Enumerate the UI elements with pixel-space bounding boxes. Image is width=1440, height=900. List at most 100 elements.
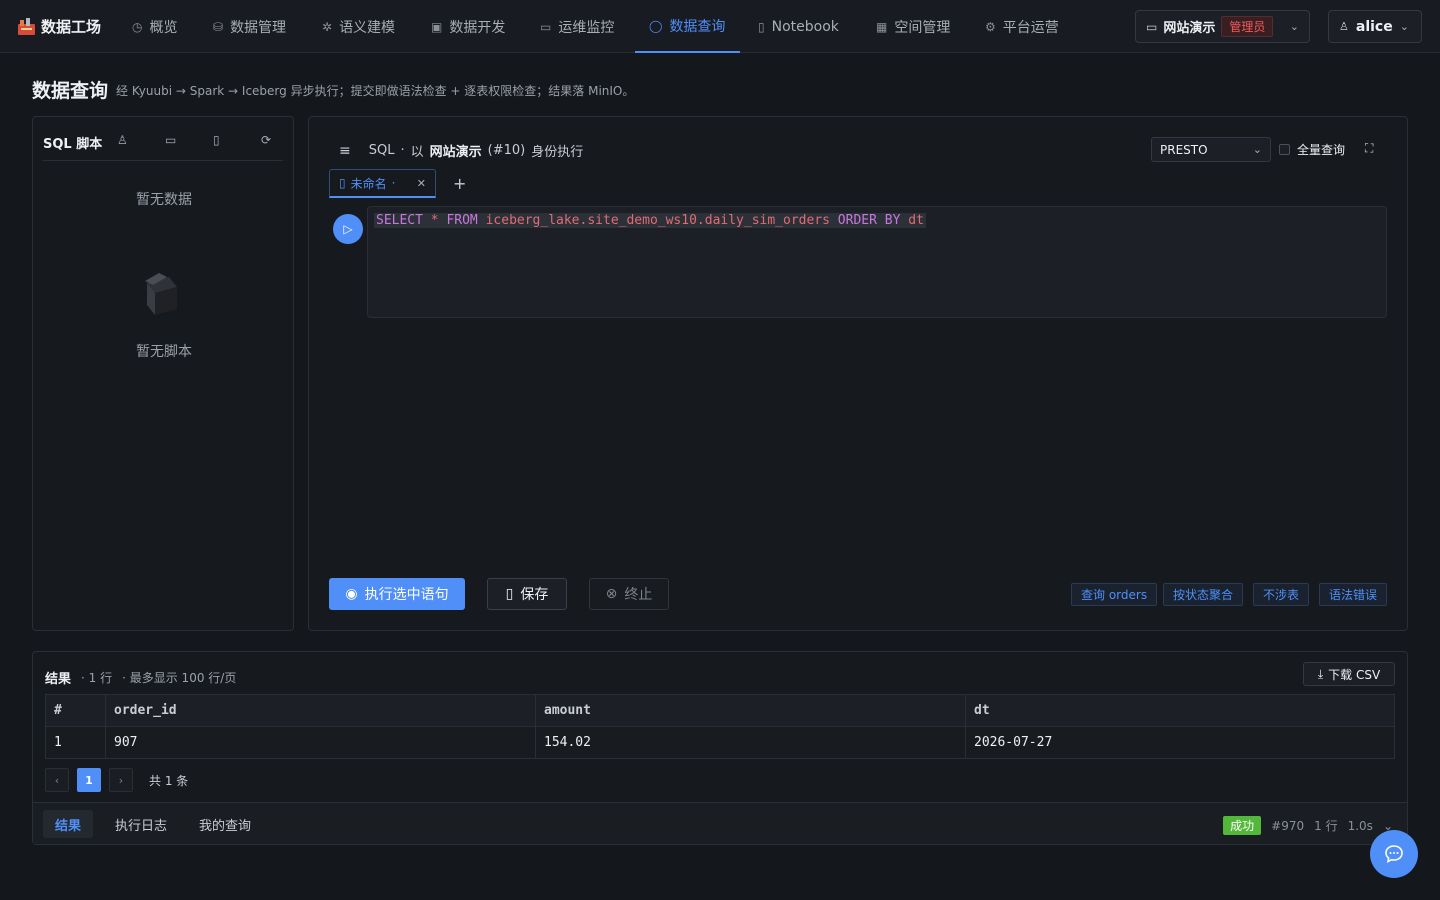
- nav-item-platform-ops[interactable]: ⚙ 平台运营: [971, 0, 1073, 53]
- editor-header: ≡ SQL · 以 网站演示 (#10) 身份执行: [339, 141, 584, 161]
- snippet-query-orders[interactable]: 查询 orders: [1071, 583, 1158, 606]
- sparkle-icon: ✲: [322, 19, 333, 34]
- stop-circle-icon: ⊗: [605, 586, 618, 602]
- next-page-icon[interactable]: ›: [109, 768, 133, 792]
- empty-scripts-text: 暂无脚本: [136, 344, 192, 360]
- download-icon: ⤓: [1317, 666, 1324, 681]
- status-badge: 成功: [1223, 816, 1262, 835]
- nav-item-label: 运维监控: [558, 19, 615, 36]
- folder-icon[interactable]: ▭: [165, 133, 176, 147]
- close-icon[interactable]: ✕: [417, 177, 426, 190]
- exec-workspace: 网站演示: [429, 145, 482, 160]
- nav-item-ops-monitoring[interactable]: ▭ 运维监控: [526, 0, 628, 53]
- nav-item-label: 空间管理: [894, 19, 951, 36]
- building-icon: ▦: [876, 19, 888, 34]
- snippet-aggregate-by-status[interactable]: 按状态聚合: [1163, 583, 1244, 606]
- nav-item-label: 数据查询: [669, 18, 726, 35]
- tab-results[interactable]: 结果: [43, 810, 94, 838]
- fullscreen-icon[interactable]: ⛶: [1365, 141, 1373, 156]
- table-cell: 2026-07-27: [965, 726, 1395, 759]
- results-title: 结果: [45, 672, 72, 687]
- separator-dot: ·: [400, 143, 405, 158]
- database-icon: ⛁: [213, 19, 224, 34]
- refresh-icon[interactable]: ⟳: [261, 133, 271, 147]
- tab-my-queries[interactable]: 我的查询: [187, 810, 263, 838]
- scripts-panel-title: SQL 脚本: [43, 137, 103, 152]
- add-tab-icon[interactable]: +: [453, 174, 466, 193]
- nav-item-data-development[interactable]: ▣ 数据开发: [417, 0, 519, 53]
- download-csv-button[interactable]: ⤓ 下载 CSV: [1303, 662, 1395, 686]
- query-status: 成功 #970 1 行 1.0s ⌄: [1223, 816, 1393, 835]
- nav-item-space-management[interactable]: ▦ 空间管理: [862, 0, 964, 53]
- save-file-icon: ▯: [505, 586, 514, 602]
- code-line[interactable]: SELECT * FROM iceberg_lake.site_demo_ws1…: [374, 213, 926, 228]
- user-menu[interactable]: ♙ alice ⌄: [1328, 10, 1422, 43]
- run-line-icon[interactable]: ▷: [333, 214, 363, 244]
- folder-icon: ▭: [1146, 19, 1158, 34]
- search-icon: ◯: [649, 18, 663, 33]
- results-table: # order_id amount dt 1 907 154.02 2026-0…: [45, 694, 1395, 759]
- results-row-count: · 1 行: [81, 671, 113, 685]
- chat-bubble-icon: [1385, 845, 1403, 863]
- full-query-label: 全量查询: [1297, 143, 1346, 157]
- snippet-syntax-error[interactable]: 语法错误: [1319, 583, 1388, 606]
- column-header[interactable]: order_id: [105, 694, 536, 727]
- role-badge: 管理员: [1221, 16, 1274, 37]
- exec-workspace-id: (#10): [487, 143, 526, 158]
- stop-button[interactable]: ⊗ 终止: [589, 578, 669, 610]
- table-cell: 1: [45, 726, 106, 759]
- status-rows: 1 行: [1314, 819, 1338, 833]
- monitor-icon: ▭: [540, 19, 552, 34]
- chevron-down-icon: ⌄: [1289, 20, 1299, 33]
- nav-item-label: 数据开发: [449, 19, 506, 36]
- nav-item-label: 平台运营: [1002, 19, 1059, 36]
- tab-exec-log[interactable]: 执行日志: [103, 810, 179, 838]
- table-cell: 154.02: [535, 726, 966, 759]
- full-query-toggle[interactable]: 全量查询: [1279, 141, 1345, 158]
- results-page-size-note: · 最多显示 100 行/页: [122, 671, 237, 685]
- top-navbar: 数据工场 ◷ 概览 ⛁ 数据管理 ✲ 语义建模 ▣ 数据开发 ▭ 运维监控 ◯ …: [0, 0, 1440, 53]
- table-row: 1 907 154.02 2026-07-27: [45, 726, 1395, 759]
- brand-name: 数据工场: [41, 18, 102, 36]
- snippet-no-table[interactable]: 不涉表: [1253, 583, 1310, 606]
- empty-box-icon: [145, 273, 177, 315]
- brand[interactable]: 数据工场: [18, 16, 101, 37]
- column-header[interactable]: amount: [535, 694, 966, 727]
- prev-page-icon[interactable]: ‹: [45, 768, 69, 792]
- chat-assistant-button[interactable]: [1370, 830, 1418, 878]
- user-name: alice: [1355, 18, 1393, 35]
- nav-item-data-query[interactable]: ◯ 数据查询: [635, 0, 740, 53]
- run-selected-button[interactable]: ◉ 执行选中语句: [329, 578, 465, 610]
- menu-icon[interactable]: ≡: [339, 143, 351, 159]
- save-button[interactable]: ▯ 保存: [487, 578, 567, 610]
- new-file-icon[interactable]: ▯: [213, 133, 220, 147]
- nav-item-overview[interactable]: ◷ 概览: [118, 0, 191, 53]
- results-panel: 结果 · 1 行 · 最多显示 100 行/页 ⤓ 下载 CSV # order…: [32, 651, 1408, 845]
- results-header: 结果 · 1 行 · 最多显示 100 行/页: [45, 668, 236, 687]
- nav-item-data-management[interactable]: ⛁ 数据管理: [199, 0, 300, 53]
- exec-suffix: 身份执行: [531, 145, 584, 160]
- column-header[interactable]: dt: [965, 694, 1395, 727]
- workspace-switcher[interactable]: ▭ 网站演示 管理员 ⌄: [1135, 10, 1310, 43]
- nav-item-label: 概览: [149, 19, 178, 36]
- nav-item-label: 语义建模: [339, 19, 396, 36]
- page-number[interactable]: 1: [77, 768, 101, 792]
- engine-select[interactable]: PRESTO ⌄: [1151, 137, 1271, 162]
- user-icon[interactable]: ♙: [117, 133, 128, 147]
- nav-item-label: Notebook: [771, 18, 839, 35]
- nav-item-semantic-modeling[interactable]: ✲ 语义建模: [308, 0, 409, 53]
- editor-tab-untitled[interactable]: ▯ 未命名 · ✕: [329, 169, 436, 198]
- status-duration: 1.0s: [1347, 818, 1373, 833]
- gear-icon: ⚙: [985, 19, 996, 34]
- sql-code-editor[interactable]: SELECT * FROM iceberg_lake.site_demo_ws1…: [367, 206, 1387, 318]
- play-circle-icon: ◉: [345, 586, 358, 602]
- editor-mode-label: SQL: [368, 143, 395, 158]
- unsaved-dot: ·: [391, 176, 396, 190]
- nav-item-notebook[interactable]: ▯ Notebook: [744, 0, 853, 53]
- job-id: #970: [1271, 818, 1305, 833]
- no-data-text: 暂无数据: [136, 192, 192, 208]
- full-query-checkbox[interactable]: [1279, 144, 1290, 155]
- page-title: 数据查询: [32, 80, 109, 102]
- column-header[interactable]: #: [45, 694, 106, 727]
- total-count: 共 1 条: [149, 773, 189, 788]
